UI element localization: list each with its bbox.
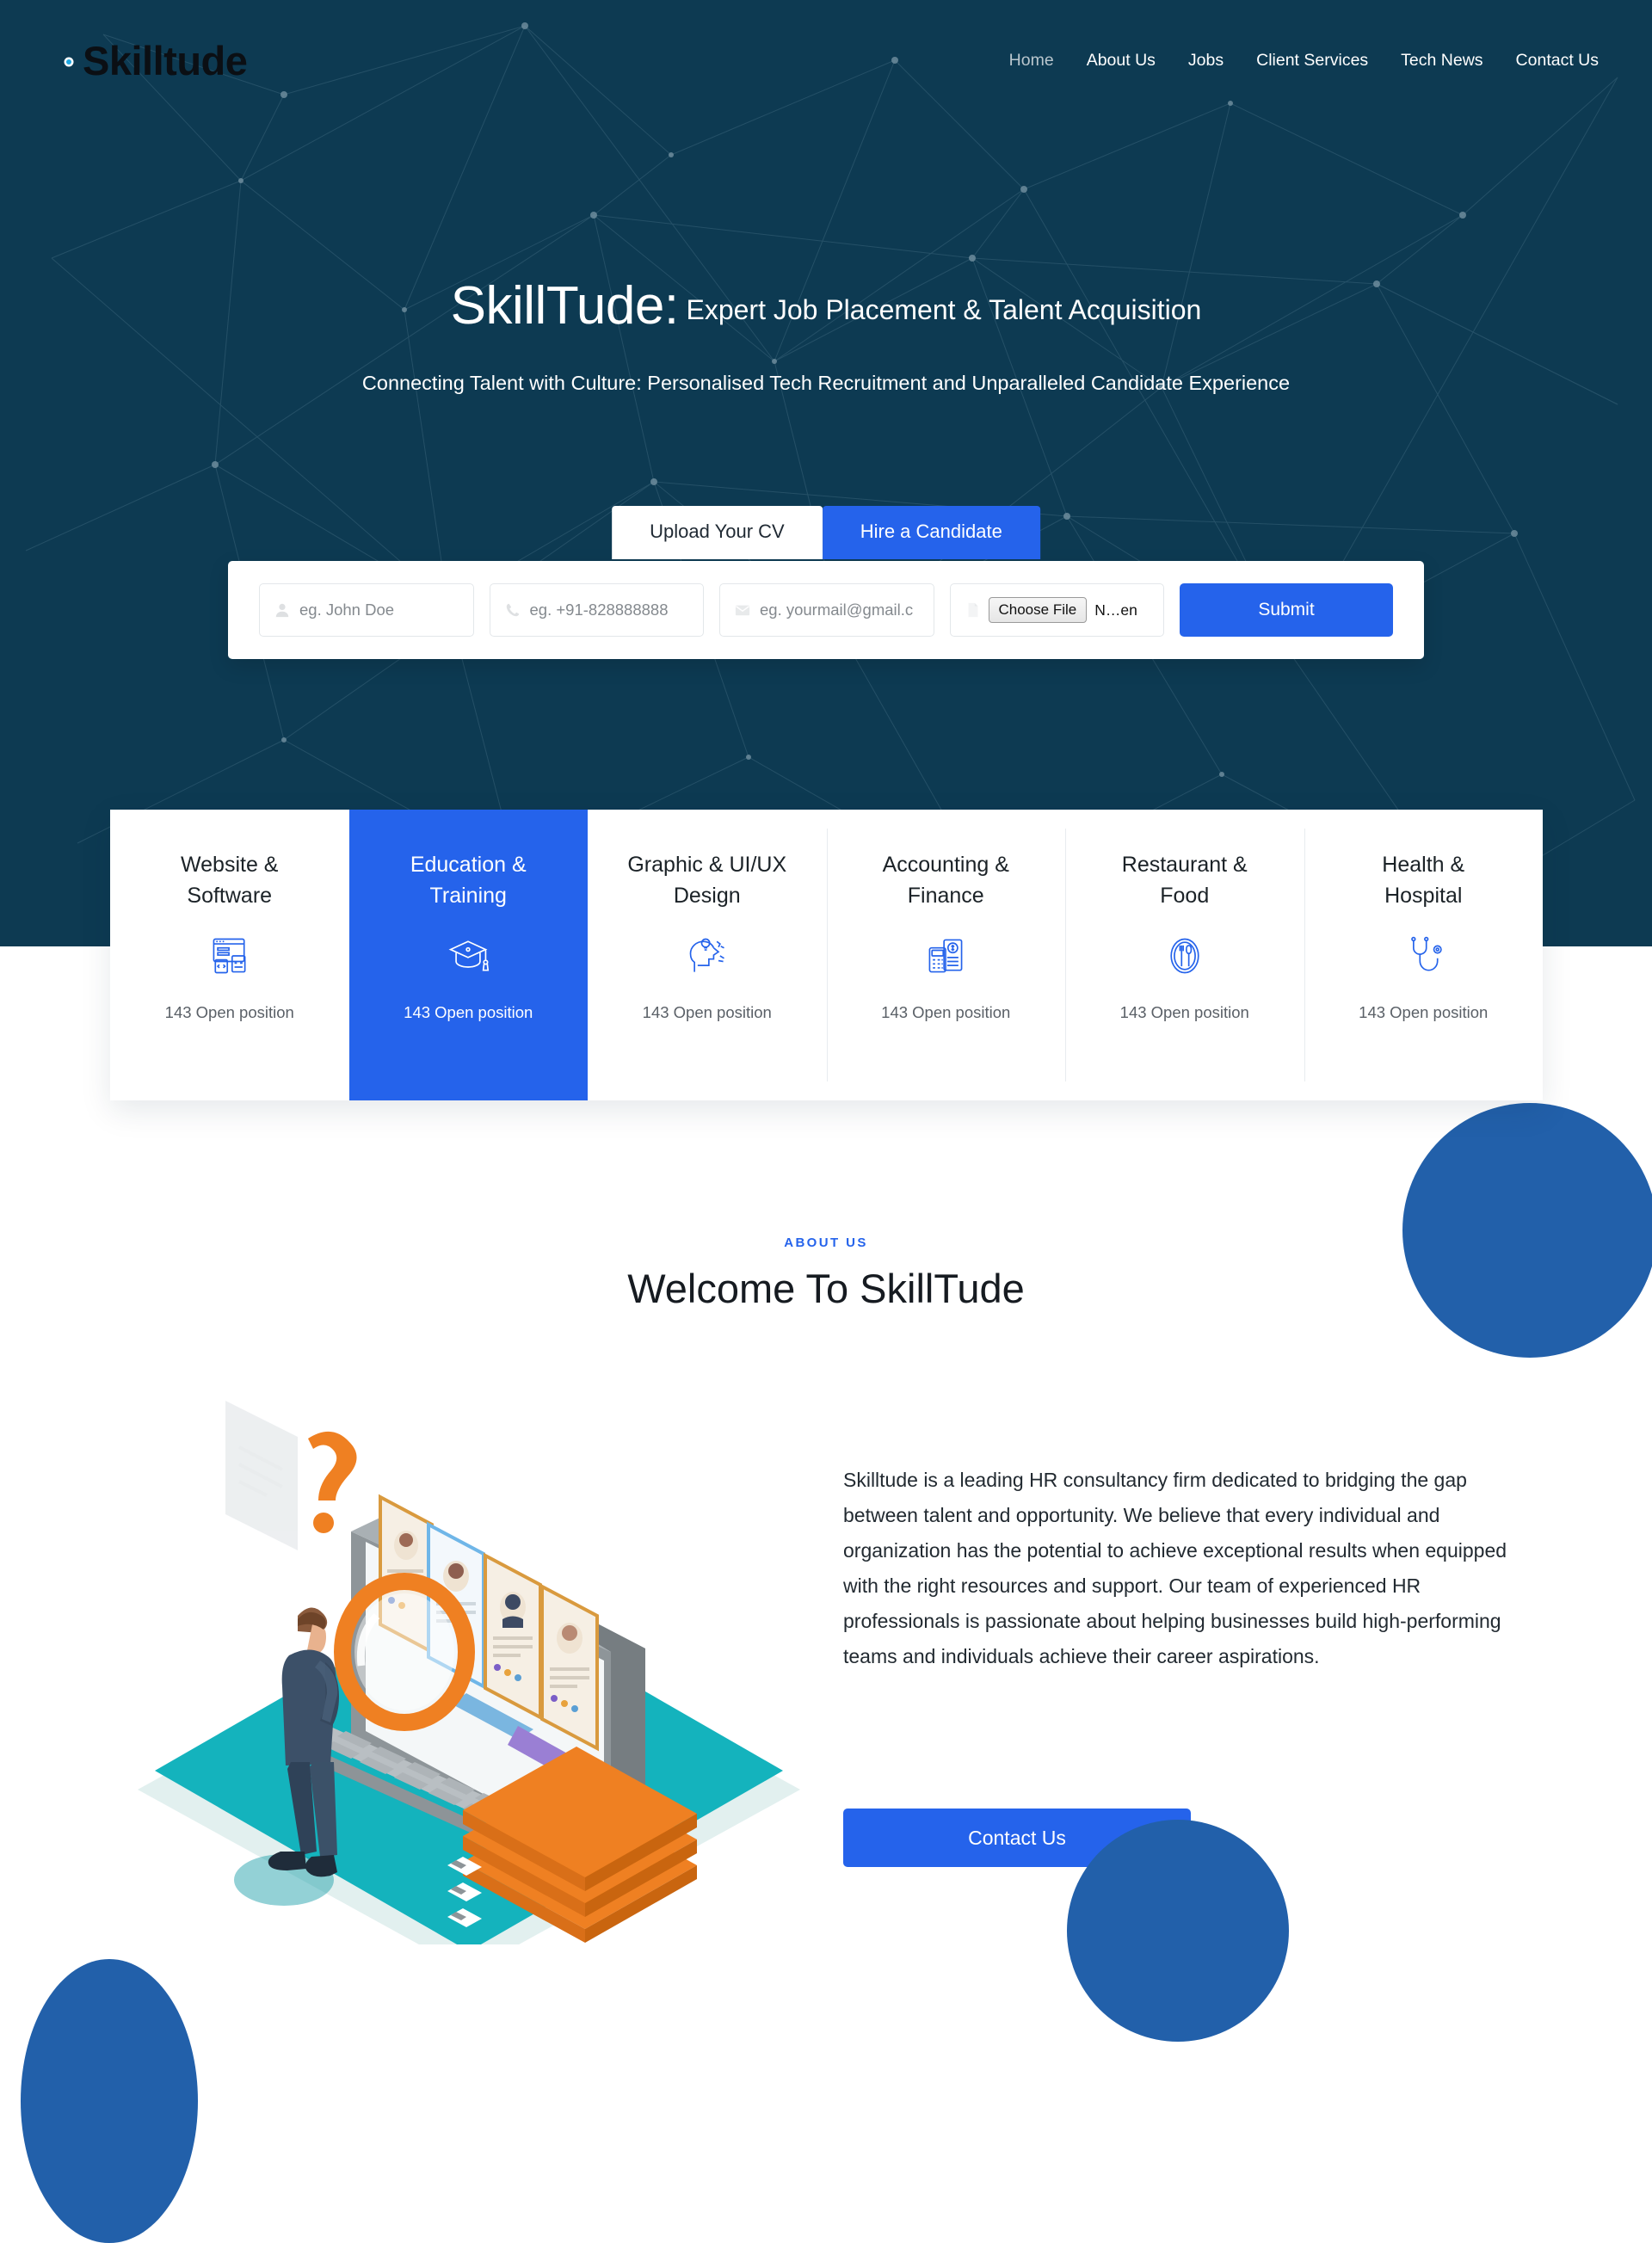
hero-title-main: SkillTude: (450, 276, 679, 336)
brand-logo[interactable]: Skilltude (53, 37, 248, 83)
nav-item-contact-us[interactable]: Contact Us (1516, 51, 1599, 71)
category-open-count: 143 Open position (881, 1003, 1011, 1021)
category-card-restaurant-food[interactable]: Restaurant & Food 143 Open position (1065, 810, 1304, 1100)
phone-field[interactable] (489, 583, 704, 637)
hero-section: SkillTude: Expert Job Placement & Talent… (0, 0, 1652, 946)
category-card-health-hospital[interactable]: Health & Hospital 143 Open position (1304, 810, 1544, 1100)
tab-upload-your-cv[interactable]: Upload Your CV (612, 506, 823, 559)
decorative-circle-middle (1067, 1820, 1289, 2042)
category-title: Health & Hospital (1382, 853, 1465, 908)
page-title: SkillTude: Expert Job Placement & Talent… (0, 280, 1652, 333)
plate-cutlery-icon (1162, 932, 1207, 980)
nav-item-jobs[interactable]: Jobs (1188, 51, 1224, 71)
category-card-graphic-uiux-design[interactable]: Graphic & UI/UX Design 143 Open position (588, 810, 827, 1100)
stethoscope-icon (1401, 932, 1446, 980)
email-input[interactable] (760, 601, 919, 619)
category-open-count: 143 Open position (404, 1003, 533, 1021)
skilltude-swirl-icon (53, 46, 84, 77)
resume-file-field[interactable]: Choose File N…en (949, 583, 1164, 637)
category-open-count: 143 Open position (1119, 1003, 1249, 1021)
brand-name: Skilltude (83, 37, 248, 83)
nav-item-about-us[interactable]: About Us (1087, 51, 1156, 71)
nav-item-client-services[interactable]: Client Services (1256, 51, 1368, 71)
pos-terminal-icon (923, 932, 968, 980)
creative-head-icon (685, 932, 730, 980)
decorative-circle-top-right (1402, 1103, 1652, 1358)
category-title: Website & Software (181, 853, 279, 908)
hero-subtitle: Connecting Talent with Culture: Personal… (361, 372, 1291, 394)
main-navigation: Home About Us Jobs Client Services Tech … (1009, 51, 1599, 71)
category-title: Accounting & Finance (882, 853, 1009, 908)
category-title: Education & Training (410, 853, 527, 908)
phone-input[interactable] (529, 601, 688, 619)
selected-file-name: N…en (1094, 601, 1137, 619)
user-icon (274, 602, 290, 618)
phone-icon (505, 602, 521, 618)
job-category-strip: Website & Software 143 Open position Edu… (110, 810, 1543, 1100)
category-title: Restaurant & Food (1121, 853, 1248, 908)
category-open-count: 143 Open position (164, 1003, 294, 1021)
email-field[interactable] (719, 583, 934, 637)
category-open-count: 143 Open position (642, 1003, 772, 1021)
category-card-education-training[interactable]: Education & Training 143 Open position (348, 810, 588, 1100)
document-icon (965, 602, 981, 618)
category-title: Graphic & UI/UX Design (627, 853, 787, 908)
recruiter-searching-resumes-illustration (129, 1394, 809, 1972)
about-heading: Welcome To SkillTude (627, 1266, 1025, 1311)
submit-button[interactable]: Submit (1180, 583, 1393, 637)
tab-hire-a-candidate[interactable]: Hire a Candidate (822, 506, 1040, 559)
decorative-circle-bottom-left (21, 1959, 198, 2243)
nav-item-tech-news[interactable]: Tech News (1401, 51, 1482, 71)
category-card-website-software[interactable]: Website & Software 143 Open position (110, 810, 349, 1100)
browser-code-icon (207, 932, 252, 980)
graduation-cap-icon (446, 932, 490, 980)
name-input[interactable] (299, 601, 459, 619)
site-header: Skilltude Home About Us Jobs Client Serv… (0, 0, 1652, 120)
about-copy: Skilltude is a leading HR consultancy fi… (843, 1463, 1540, 1674)
cv-upload-form: Choose File N…en Submit (228, 561, 1424, 659)
category-open-count: 143 Open position (1359, 1003, 1489, 1021)
nav-item-home[interactable]: Home (1009, 51, 1054, 71)
about-paragraph: Skilltude is a leading HR consultancy fi… (843, 1469, 1507, 1667)
hero-title-sub: Expert Job Placement & Talent Acquisitio… (686, 294, 1202, 325)
category-card-accounting-finance[interactable]: Accounting & Finance 143 Open position (826, 810, 1066, 1100)
choose-file-button[interactable]: Choose File (988, 597, 1088, 623)
envelope-icon (735, 602, 750, 618)
hero-tabs: Upload Your CV Hire a Candidate (612, 506, 1040, 559)
name-field[interactable] (259, 583, 474, 637)
